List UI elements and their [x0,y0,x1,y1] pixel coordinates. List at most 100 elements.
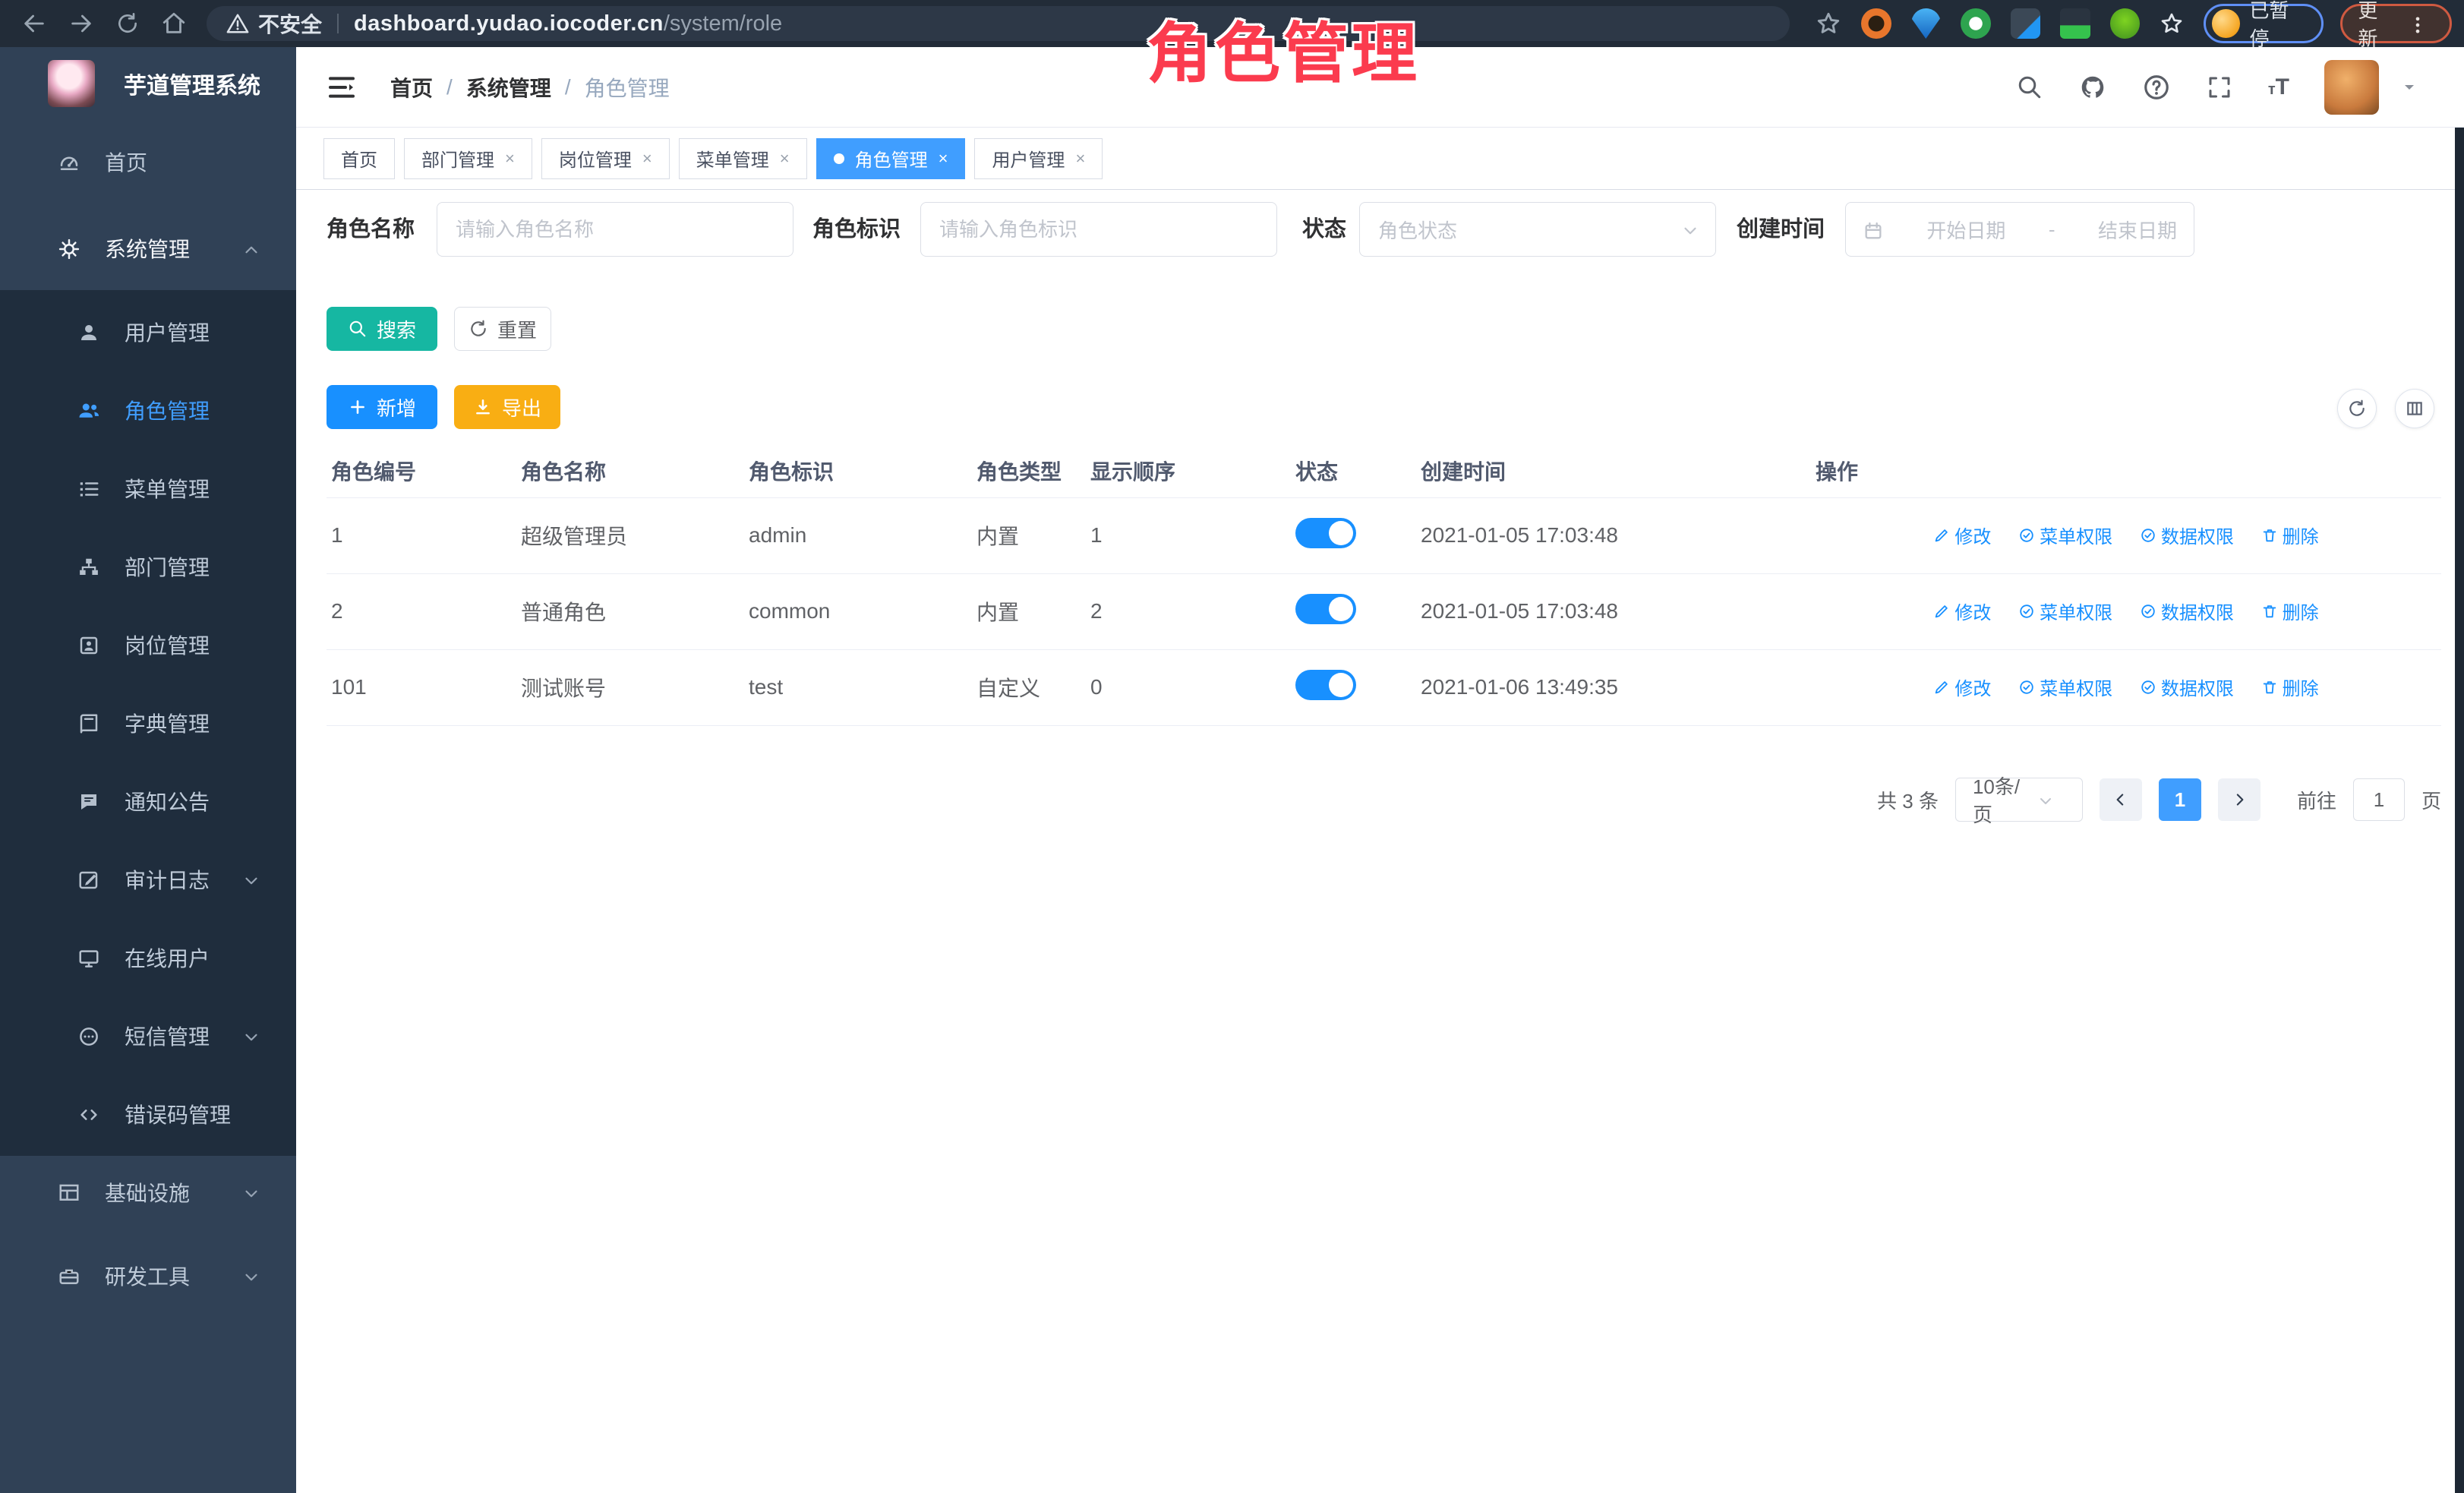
chrome-menu-dots-icon[interactable] [2407,11,2428,35]
sidebar-item-notice[interactable]: 通知公告 [0,759,296,843]
extensions-puzzle-icon[interactable] [2160,11,2184,36]
page-size-select[interactable]: 10条/页 [1955,778,2083,822]
current-page-button[interactable]: 1 [2159,778,2201,821]
tab-menu-management[interactable]: 菜单管理 × [679,138,807,179]
tab-role-management[interactable]: 角色管理 × [816,138,966,179]
user-avatar[interactable] [2324,60,2379,115]
role-name-input[interactable] [437,202,793,257]
sidebar-item-dept-management[interactable]: 部门管理 [0,525,296,608]
menu-permission-link[interactable]: 菜单权限 [2018,522,2112,548]
calendar-icon [1863,217,1884,241]
browser-reload-icon[interactable] [115,11,140,36]
header-search-icon[interactable] [2016,74,2043,101]
sidebar-item-label: 首页 [105,147,147,177]
export-button[interactable]: 导出 [454,385,560,429]
delete-link[interactable]: 删除 [2261,522,2319,548]
prev-page-button[interactable] [2100,778,2142,821]
data-permission-link[interactable]: 数据权限 [2140,674,2234,700]
col-sort: 显示顺序 [1086,444,1291,497]
tab-user-management[interactable]: 用户管理 × [974,138,1103,179]
url-host: dashboard.yudao.iocoder.cn [354,11,664,36]
profile-paused-badge[interactable]: 已暂停 [2204,4,2324,43]
infrastructure-icon [56,1180,82,1205]
sidebar-collapse-icon[interactable] [327,72,357,103]
table-columns-button[interactable] [2395,389,2434,428]
sidebar-item-audit-log[interactable]: 审计日志 [0,838,296,921]
menu-permission-link[interactable]: 菜单权限 [2018,674,2112,700]
extension-icon-4[interactable] [2011,8,2041,39]
address-bar[interactable]: 不安全 dashboard.yudao.iocoder.cn/system/ro… [207,6,1790,41]
font-size-icon[interactable]: тT [2268,74,2289,100]
annotation-overlay-text: 角色管理 [1101,0,1465,95]
sidebar-item-dict-management[interactable]: 字典管理 [0,681,296,765]
extension-icon-5[interactable] [2060,8,2090,39]
sidebar-item-role-management[interactable]: 角色管理 [0,368,296,452]
data-permission-link[interactable]: 数据权限 [2140,598,2234,624]
date-range-picker[interactable]: 开始日期 - 结束日期 [1845,202,2194,257]
role-key-input[interactable] [920,202,1277,257]
extension-icon-3[interactable] [1961,8,1991,39]
reset-button[interactable]: 重置 [454,307,551,351]
start-date-placeholder[interactable]: 开始日期 [1926,216,2005,244]
sidebar-item-user-management[interactable]: 用户管理 [0,290,296,374]
add-button[interactable]: 新增 [327,385,437,429]
breadcrumb-system[interactable]: 系统管理 [466,72,551,103]
sidebar-item-infrastructure[interactable]: 基础设施 [0,1151,296,1234]
window-scrollbar[interactable] [2455,47,2464,1493]
extension-icon-2[interactable] [1911,8,1942,39]
breadcrumb-separator: / [446,75,453,99]
browser-home-icon[interactable] [161,11,187,36]
sidebar-item-menu-management[interactable]: 菜单管理 [0,447,296,530]
extension-icon-1[interactable] [1861,8,1891,39]
table-header-row: 角色编号 角色名称 角色标识 角色类型 显示顺序 状态 创建时间 操作 [327,444,2441,497]
sidebar-item-sms-management[interactable]: 短信管理 [0,994,296,1078]
bookmark-star-icon[interactable] [1816,11,1841,36]
sidebar-item-label: 基础设施 [105,1177,190,1207]
sidebar-item-post-management[interactable]: 岗位管理 [0,603,296,687]
help-question-icon[interactable] [2142,73,2171,102]
sidebar-item-dev-tools[interactable]: 研发工具 [0,1234,296,1318]
tab-close-icon[interactable]: × [505,149,515,169]
role-name-input-field[interactable] [437,203,793,256]
avatar-caret-down-icon[interactable] [2400,78,2418,96]
sidebar-item-system-management[interactable]: 系统管理 [0,207,296,290]
goto-page-input[interactable]: 1 [2353,778,2405,821]
tab-dept-management[interactable]: 部门管理 × [404,138,532,179]
tab-post-management[interactable]: 岗位管理 × [541,138,670,179]
github-icon[interactable] [2078,73,2107,102]
browser-forward-icon[interactable] [68,11,94,36]
status-select[interactable]: 角色状态 [1359,202,1716,257]
fullscreen-icon[interactable] [2206,74,2233,101]
tab-label: 菜单管理 [696,145,769,172]
status-toggle-on[interactable] [1295,594,1356,624]
status-toggle-on[interactable] [1295,518,1356,548]
sidebar-item-error-code[interactable]: 错误码管理 [0,1072,296,1156]
edit-link[interactable]: 修改 [1933,674,1991,700]
status-toggle-on[interactable] [1295,670,1356,700]
delete-link[interactable]: 删除 [2261,674,2319,700]
browser-back-icon[interactable] [21,11,47,36]
tab-close-icon[interactable]: × [780,149,790,169]
tab-close-icon[interactable]: × [939,149,948,169]
edit-link[interactable]: 修改 [1933,522,1991,548]
sidebar-item-online-users[interactable]: 在线用户 [0,916,296,999]
browser-update-button[interactable]: 更新 [2340,4,2452,43]
tab-home[interactable]: 首页 [323,138,395,179]
tag-view-bar: 首页 部门管理 × 岗位管理 × 菜单管理 × 角色管理 × 用户管理 × [296,128,2464,190]
edit-link[interactable]: 修改 [1933,598,1991,624]
tab-label: 部门管理 [421,145,494,172]
menu-permission-link[interactable]: 菜单权限 [2018,598,2112,624]
sidebar-item-home[interactable]: 首页 [0,120,296,204]
tab-close-icon[interactable]: × [642,149,652,169]
delete-link[interactable]: 删除 [2261,598,2319,624]
table-refresh-button[interactable] [2337,389,2377,428]
tab-close-icon[interactable]: × [1075,149,1085,169]
search-button[interactable]: 搜索 [327,307,437,351]
next-page-button[interactable] [2218,778,2261,821]
breadcrumb-home[interactable]: 首页 [390,72,433,103]
data-permission-link[interactable]: 数据权限 [2140,522,2234,548]
brand-header[interactable]: 芋道管理系统 [0,47,296,120]
role-key-input-field[interactable] [921,203,1276,256]
end-date-placeholder[interactable]: 结束日期 [2098,216,2177,244]
extension-icon-6[interactable] [2110,8,2141,39]
